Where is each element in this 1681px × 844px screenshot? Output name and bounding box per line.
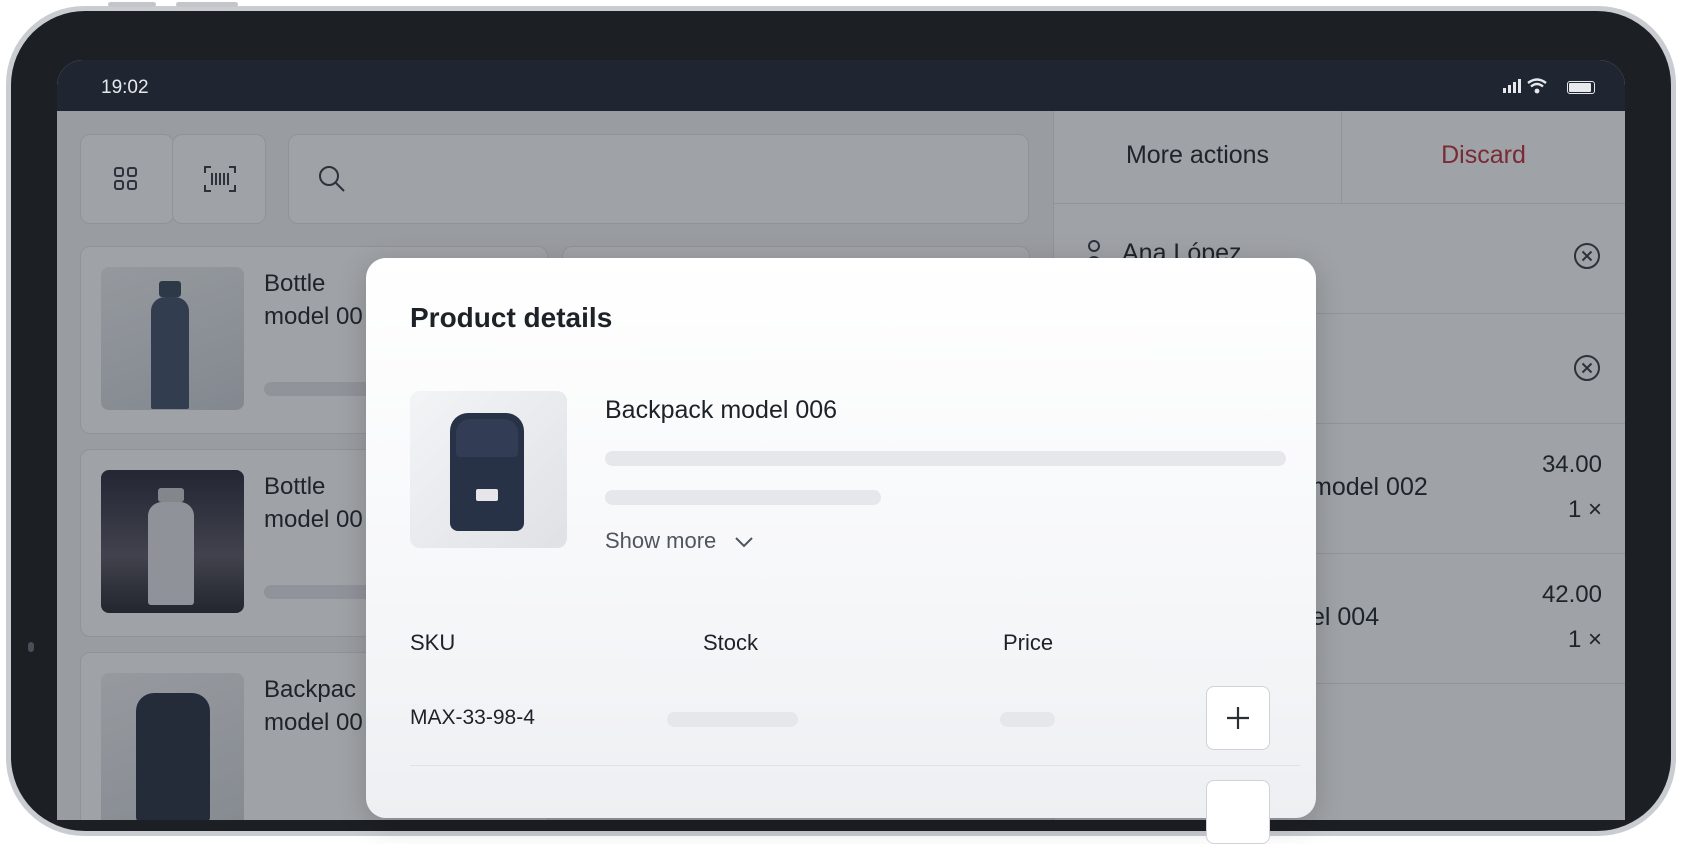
- plus-icon: [1227, 707, 1249, 729]
- wifi-icon: [1527, 78, 1547, 94]
- stock-placeholder: [667, 712, 798, 727]
- product-details-modal: Product details Backpack model 006 Show …: [366, 258, 1316, 844]
- modal-product-name: Backpack model 006: [605, 396, 838, 424]
- signal-icon: [1503, 79, 1521, 93]
- row-divider: [410, 765, 1300, 766]
- battery-icon: [1567, 81, 1595, 94]
- show-more-link[interactable]: Show more: [605, 528, 754, 554]
- camera-dot: [28, 642, 34, 652]
- modal-title: Product details: [410, 302, 613, 333]
- column-header-price: Price: [1003, 630, 1054, 655]
- description-placeholder: [605, 451, 1286, 466]
- power-button: [108, 2, 156, 7]
- add-variant-button[interactable]: [1206, 686, 1270, 750]
- show-more-label: Show more: [605, 528, 717, 553]
- column-header-sku: SKU: [410, 630, 456, 655]
- volume-button: [176, 2, 238, 7]
- price-placeholder: [1000, 712, 1055, 727]
- product-image: [410, 391, 567, 548]
- status-bar: 19:02: [57, 60, 1625, 111]
- description-placeholder: [605, 490, 881, 505]
- variant-sku: MAX-33-98-4: [410, 706, 535, 729]
- column-header-stock: Stock: [703, 630, 759, 655]
- add-variant-button[interactable]: [1206, 780, 1270, 844]
- status-time: 19:02: [101, 77, 149, 98]
- chevron-down-icon: [735, 537, 754, 548]
